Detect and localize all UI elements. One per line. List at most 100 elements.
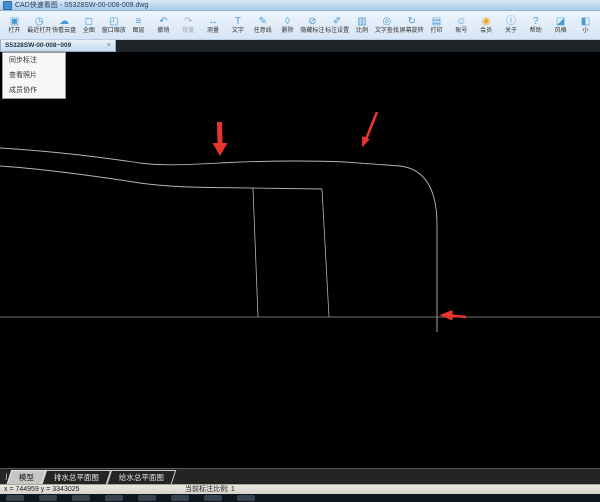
toolbar-mini-tools-button[interactable]: ◧ 小 bbox=[573, 12, 598, 39]
sheet-tab-label: 给水总平面图 bbox=[118, 473, 164, 482]
redo-icon: ↷ bbox=[184, 16, 193, 27]
toolbar: ▣ 打开 ◷ 最近打开 ☁ 快看云盘 ◻ 全图 ◰ 窗口缩放 ≡ 图层 ↶ 撤销 ↷ 恢复 ↔ 测量 T 文字 ✎ 任意线… bbox=[0, 11, 600, 40]
document-tab-strip: S5328SW-00-008~009 × bbox=[0, 40, 600, 52]
toolbar-delete-button[interactable]: ◊ 删除 bbox=[275, 12, 300, 39]
toolbar-vip-button[interactable]: ◉ 会员 bbox=[474, 12, 499, 39]
toolbar-full-view-button[interactable]: ◻ 全图 bbox=[76, 12, 101, 39]
toolbar-mini-tools-label: 小 bbox=[582, 28, 589, 34]
road-edge-bottom-line bbox=[0, 165, 323, 190]
red-left-arrow[interactable] bbox=[439, 310, 467, 321]
toolbar-text-label: 文字 bbox=[231, 28, 244, 34]
cad-drawing bbox=[0, 111, 600, 332]
taskbar-icon[interactable] bbox=[138, 495, 156, 501]
toolbar-cloud-drive-label: 快看云盘 bbox=[52, 28, 77, 34]
cloud-drive-icon: ☁ bbox=[59, 16, 70, 27]
toolbar-hide-annotation-label: 隐藏标注 bbox=[300, 28, 325, 34]
road-edge-top-line bbox=[0, 147, 438, 332]
toolbar-undo-button[interactable]: ↶ 撤销 bbox=[151, 12, 176, 39]
free-line-icon: ✎ bbox=[258, 16, 267, 27]
window-zoom-icon: ◰ bbox=[109, 16, 119, 27]
taskbar-icon[interactable] bbox=[105, 495, 123, 501]
menu-item-sync-annotation[interactable]: 同步标注 bbox=[3, 53, 65, 68]
scale-icon: ▥ bbox=[357, 16, 367, 27]
tab-close-icon[interactable]: × bbox=[107, 42, 111, 49]
toolbar-text-search-button[interactable]: ◎ 文字查找 bbox=[374, 12, 399, 39]
sheet-tab-bar: \ 模型 排水总平面图 给水总平面图 bbox=[0, 468, 600, 484]
toolbar-scale-button[interactable]: ▥ 比例 bbox=[350, 12, 375, 39]
taskbar-icon[interactable] bbox=[72, 495, 90, 501]
annotation-scale-label: 当前标注比例: 1 bbox=[185, 486, 235, 493]
toolbar-layers-label: 图层 bbox=[132, 28, 145, 34]
sheet-tab-drainage-plan[interactable]: 排水总平面图 bbox=[41, 470, 111, 484]
toolbar-annotation-settings-button[interactable]: ✐ 标注设置 bbox=[325, 12, 350, 39]
menu-item-member-collaboration[interactable]: 成员协作 bbox=[3, 83, 65, 98]
sheet-tab-label: 模型 bbox=[18, 473, 34, 482]
toolbar-open-button[interactable]: ▣ 打开 bbox=[2, 12, 27, 39]
sheet-tab-label: 排水总平面图 bbox=[53, 473, 99, 482]
text-search-icon: ◎ bbox=[382, 16, 392, 27]
toolbar-print-button[interactable]: ▤ 打印 bbox=[424, 12, 449, 39]
branch-line-right bbox=[321, 188, 330, 318]
toolbar-scale-label: 比例 bbox=[356, 28, 369, 34]
toolbar-style-label: 风格 bbox=[554, 28, 567, 34]
toolbar-measure-label: 测量 bbox=[207, 28, 220, 34]
toolbar-about-button[interactable]: ⓘ 关于 bbox=[499, 12, 524, 39]
text-icon: T bbox=[234, 16, 241, 27]
toolbar-window-zoom-label: 窗口缩放 bbox=[101, 28, 126, 34]
red-down-arrow[interactable] bbox=[212, 122, 228, 156]
hide-annotation-icon: ⊘ bbox=[308, 16, 317, 27]
account-icon: ☺ bbox=[456, 16, 467, 27]
toolbar-redo-button[interactable]: ↷ 恢复 bbox=[176, 12, 201, 39]
drawing-canvas[interactable] bbox=[0, 52, 600, 468]
toolbar-account-button[interactable]: ☺ 账号 bbox=[449, 12, 474, 39]
document-tab[interactable]: S5328SW-00-008~009 × bbox=[0, 40, 116, 52]
toolbar-screen-rotate-label: 屏幕旋转 bbox=[399, 28, 424, 34]
toolbar-help-button[interactable]: ? 帮助 bbox=[523, 12, 548, 39]
print-icon: ▤ bbox=[431, 16, 442, 27]
open-icon: ▣ bbox=[9, 16, 20, 27]
recent-open-icon: ◷ bbox=[34, 16, 44, 27]
about-icon: ⓘ bbox=[505, 16, 516, 27]
undo-icon: ↶ bbox=[159, 16, 168, 27]
menu-item-view-photos[interactable]: 查看照片 bbox=[3, 68, 65, 83]
toolbar-free-line-button[interactable]: ✎ 任意线 bbox=[250, 12, 275, 39]
toolbar-delete-label: 删除 bbox=[281, 28, 294, 34]
red-down-left-arrow[interactable] bbox=[362, 111, 379, 148]
windows-taskbar[interactable] bbox=[0, 494, 600, 502]
toolbar-recent-open-button[interactable]: ◷ 最近打开 bbox=[27, 12, 52, 39]
tab-context-menu: 同步标注 查看照片 成员协作 bbox=[2, 52, 66, 99]
toolbar-undo-label: 撤销 bbox=[157, 28, 170, 34]
full-view-icon: ◻ bbox=[84, 16, 94, 27]
toolbar-text-button[interactable]: T 文字 bbox=[225, 12, 250, 39]
status-bar: x = 744959 y = 3343025 当前标注比例: 1 bbox=[0, 484, 600, 494]
title-bar: CAD快速看图 - S5328SW-00-008-009.dwg bbox=[0, 0, 600, 11]
annotation-settings-icon: ✐ bbox=[332, 16, 342, 27]
taskbar-icon[interactable] bbox=[6, 495, 24, 501]
taskbar-icon[interactable] bbox=[204, 495, 222, 501]
toolbar-account-label: 账号 bbox=[455, 28, 468, 34]
branch-line-left bbox=[252, 188, 259, 318]
toolbar-about-label: 关于 bbox=[504, 28, 517, 34]
toolbar-layers-button[interactable]: ≡ 图层 bbox=[126, 12, 151, 39]
toolbar-vip-label: 会员 bbox=[480, 28, 493, 34]
taskbar-icon[interactable] bbox=[39, 495, 57, 501]
cursor-coordinates: x = 744959 y = 3343025 bbox=[4, 486, 80, 493]
window-title: CAD快速看图 - S5328SW-00-008-009.dwg bbox=[15, 2, 149, 9]
toolbar-open-label: 打开 bbox=[8, 28, 21, 34]
taskbar-icon[interactable] bbox=[237, 495, 255, 501]
taskbar-icon[interactable] bbox=[171, 495, 189, 501]
sheet-tab-water-supply-plan[interactable]: 给水总平面图 bbox=[106, 470, 176, 484]
sheet-tab-model[interactable]: 模型 bbox=[6, 470, 46, 484]
toolbar-measure-button[interactable]: ↔ 测量 bbox=[201, 12, 226, 39]
layers-icon: ≡ bbox=[135, 16, 142, 27]
style-icon: ◪ bbox=[555, 16, 566, 27]
toolbar-style-button[interactable]: ◪ 风格 bbox=[548, 12, 573, 39]
toolbar-screen-rotate-button[interactable]: ↻ 屏幕旋转 bbox=[399, 12, 424, 39]
document-tab-label: S5328SW-00-008~009 bbox=[5, 42, 72, 49]
toolbar-redo-label: 恢复 bbox=[182, 28, 195, 34]
vip-icon: ◉ bbox=[481, 16, 491, 27]
toolbar-cloud-drive-button[interactable]: ☁ 快看云盘 bbox=[52, 12, 77, 39]
delete-icon: ◊ bbox=[285, 16, 290, 27]
toolbar-window-zoom-button[interactable]: ◰ 窗口缩放 bbox=[101, 12, 126, 39]
toolbar-hide-annotation-button[interactable]: ⊘ 隐藏标注 bbox=[300, 12, 325, 39]
